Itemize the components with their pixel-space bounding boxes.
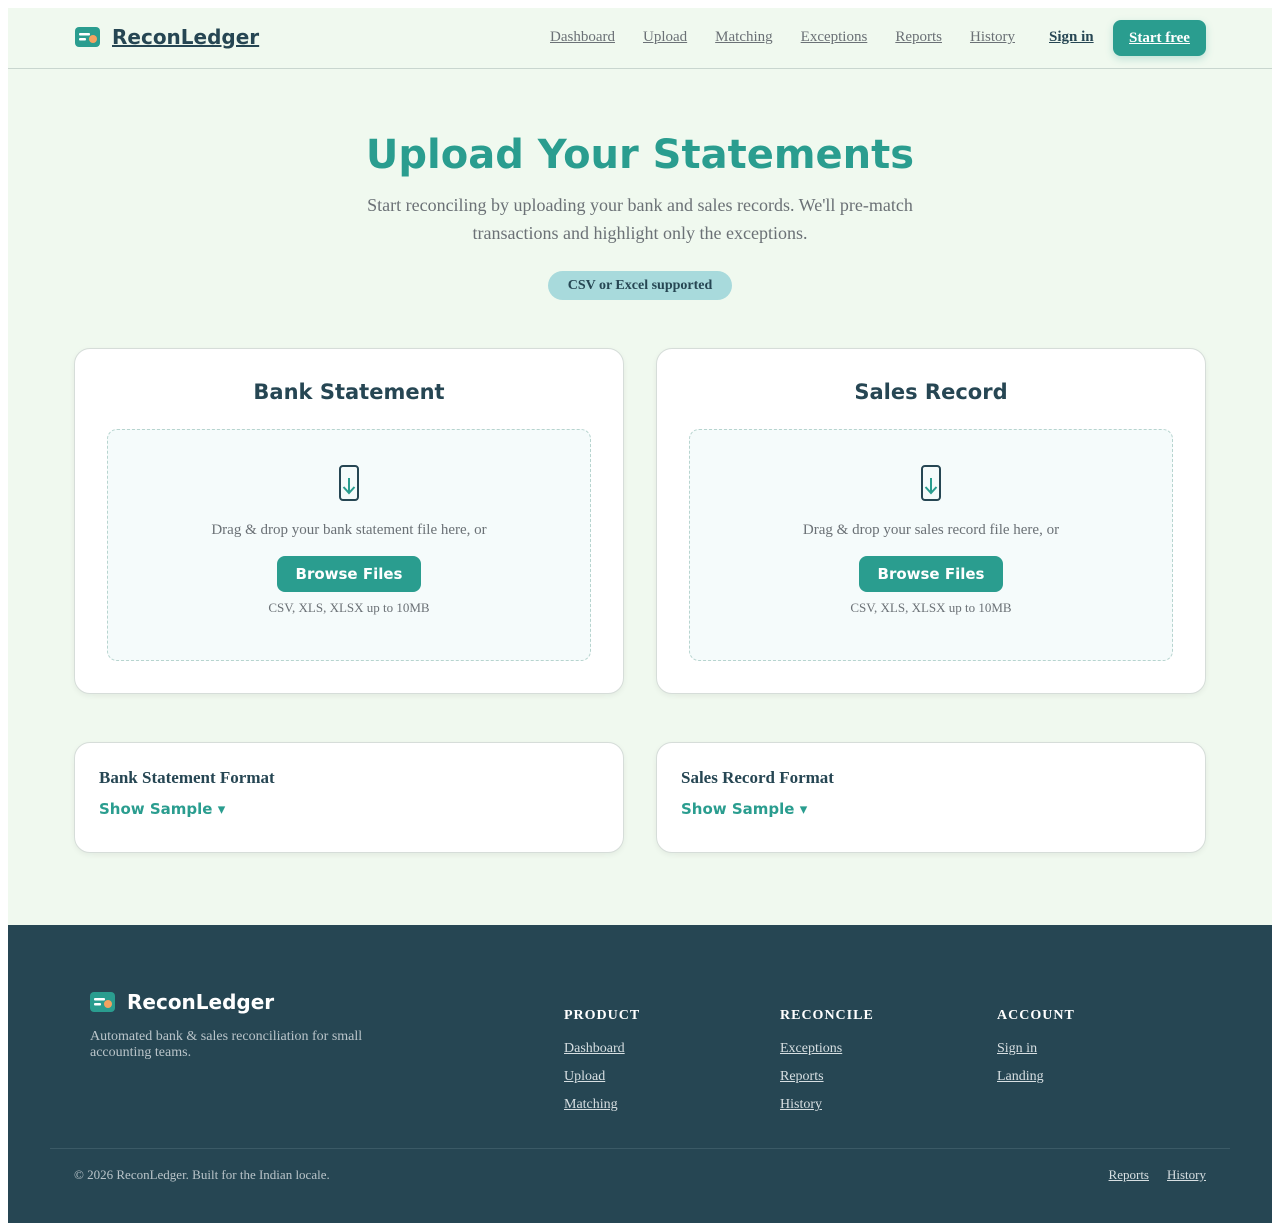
site-footer: ReconLedger Automated bank & sales recon… [8,925,1272,1223]
nav-history[interactable]: History [970,29,1015,46]
footer-column-heading: ACCOUNT [997,1008,1075,1023]
bank-dropzone[interactable]: Drag & drop your bank statement file her… [107,429,591,661]
show-sample-toggle[interactable]: Show Sample ▾ [99,800,225,818]
nav-upload[interactable]: Upload [643,29,687,46]
footer-link-upload[interactable]: Upload [564,1068,640,1085]
footer-link-signin[interactable]: Sign in [997,1040,1075,1057]
footer-column-heading: PRODUCT [564,1008,641,1023]
bank-format-card: Bank Statement Format Show Sample ▾ [74,742,624,853]
nav-exceptions[interactable]: Exceptions [801,29,868,46]
drop-instructions: Drag & drop your sales record file here,… [802,522,1060,538]
nav-matching[interactable]: Matching [715,29,773,46]
start-free-button[interactable]: Start free [1113,20,1206,56]
upload-card-title: Sales Record [854,380,1008,404]
footer-link-matching[interactable]: Matching [564,1096,640,1113]
footer-column-account: ACCOUNT Sign in Landing [997,1008,1075,1085]
footer-brand-name: ReconLedger [127,990,275,1014]
footer-brand[interactable]: ReconLedger [90,990,274,1014]
sales-format-card: Sales Record Format Show Sample ▾ [656,742,1206,853]
brand-name: ReconLedger [112,25,260,49]
footer-link-exceptions[interactable]: Exceptions [780,1040,874,1057]
nav-reports[interactable]: Reports [895,29,942,46]
nav-dashboard[interactable]: Dashboard [550,29,615,46]
copyright: © 2026 ReconLedger. Built for the Indian… [74,1167,330,1182]
format-card-title: Bank Statement Format [99,768,275,787]
logo-icon [90,992,115,1012]
brand[interactable]: ReconLedger [75,25,259,49]
footer-link-landing[interactable]: Landing [997,1068,1075,1085]
bottom-link-reports[interactable]: Reports [1109,1167,1149,1183]
sales-dropzone[interactable]: Drag & drop your sales record file here,… [689,429,1173,661]
page-subtitle: Start reconciling by uploading your bank… [367,195,913,243]
footer-column-reconcile: RECONCILE Exceptions Reports History [780,1008,874,1113]
top-header: ReconLedger Dashboard Upload Matching Ex… [8,8,1272,69]
page-title: Upload Your Statements [365,132,915,178]
footer-description: Automated bank & sales reconciliation fo… [90,1029,363,1060]
logo-icon [75,27,100,47]
show-sample-toggle[interactable]: Show Sample ▾ [681,800,807,818]
main-nav: Dashboard Upload Matching Exceptions Rep… [550,29,1015,46]
footer-link-dashboard[interactable]: Dashboard [564,1040,640,1057]
download-arrow-icon [921,465,941,501]
browse-files-button[interactable]: Browse Files [859,556,1003,592]
page: ReconLedger Dashboard Upload Matching Ex… [8,8,1272,1223]
format-card-title: Sales Record Format [681,768,834,787]
drop-instructions: Drag & drop your bank statement file her… [211,522,487,538]
signin-link[interactable]: Sign in [1049,29,1094,46]
file-limit-hint: CSV, XLS, XLSX up to 10MB [268,600,430,615]
footer-divider [50,1148,1230,1149]
format-badge: CSV or Excel supported [548,271,732,300]
footer-link-reports[interactable]: Reports [780,1068,874,1085]
file-limit-hint: CSV, XLS, XLSX up to 10MB [850,600,1012,615]
footer-column-heading: RECONCILE [780,1008,874,1023]
bank-upload-card: Bank Statement Drag & drop your bank sta… [74,348,624,694]
footer-bottom-links: Reports History [1109,1167,1206,1183]
upload-card-title: Bank Statement [253,380,445,404]
browse-files-button[interactable]: Browse Files [277,556,421,592]
download-arrow-icon [339,465,359,501]
footer-link-history[interactable]: History [780,1096,874,1113]
bottom-link-history[interactable]: History [1167,1167,1206,1183]
footer-column-product: PRODUCT Dashboard Upload Matching [564,1008,640,1113]
sales-upload-card: Sales Record Drag & drop your sales reco… [656,348,1206,694]
